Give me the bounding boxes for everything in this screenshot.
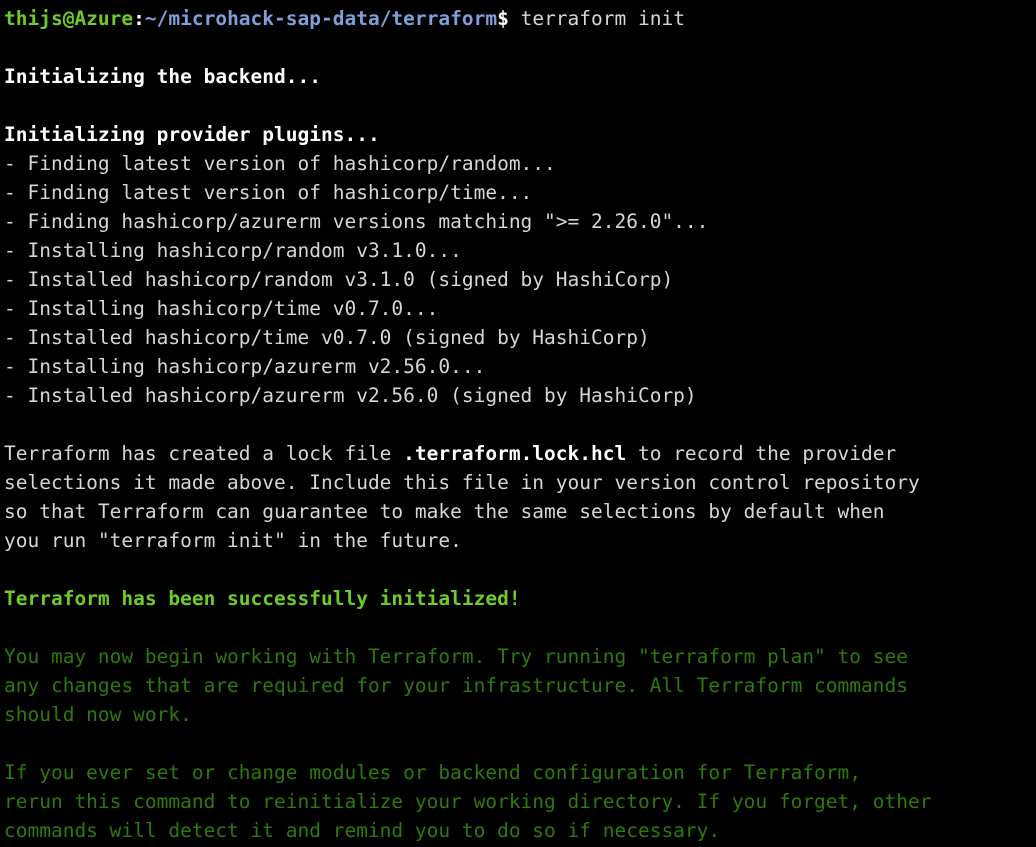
lockfile-paragraph-line-4: you run "terraform init" in the future.: [4, 529, 462, 552]
prompt-user-host: thijs@Azure: [4, 7, 134, 30]
reinit-note-line-3: commands will detect it and remind you t…: [4, 819, 721, 842]
output-line-installing-azurerm: - Installing hashicorp/azurerm v2.56.0..…: [4, 355, 486, 378]
lockfile-paragraph-line-2: selections it made above. Include this f…: [4, 471, 920, 494]
output-line-find-azurerm: - Finding hashicorp/azurerm versions mat…: [4, 210, 709, 233]
reinit-note-line-1: If you ever set or change modules or bac…: [4, 761, 862, 784]
output-line-installed-time: - Installed hashicorp/time v0.7.0 (signe…: [4, 326, 650, 349]
lockfile-filename: .terraform.lock.hcl: [403, 442, 627, 465]
output-line-installed-azurerm: - Installed hashicorp/azurerm v2.56.0 (s…: [4, 384, 697, 407]
prompt-command: terraform init: [508, 7, 685, 30]
prompt-separator: :: [133, 7, 145, 30]
success-message: Terraform has been successfully initiali…: [4, 587, 521, 610]
terminal-window[interactable]: thijs@Azure:~/microhack-sap-data/terrafo…: [0, 0, 1036, 847]
next-steps-line-3: should now work.: [4, 703, 192, 726]
output-line-initializing-backend: Initializing the backend...: [4, 65, 321, 88]
prompt-dollar-icon: $: [497, 7, 509, 30]
lockfile-text-pre: Terraform has created a lock file: [4, 442, 404, 465]
output-line-find-random: - Finding latest version of hashicorp/ra…: [4, 152, 556, 175]
prompt-line: thijs@Azure:~/microhack-sap-data/terrafo…: [4, 4, 1036, 33]
next-steps-line-2: any changes that are required for your i…: [4, 674, 908, 697]
lockfile-paragraph-line-3: so that Terraform can guarantee to make …: [4, 500, 885, 523]
lockfile-paragraph-line-1: Terraform has created a lock file .terra…: [4, 439, 1036, 468]
lockfile-text-post: to record the provider: [626, 442, 897, 465]
next-steps-line-1: You may now begin working with Terraform…: [4, 645, 908, 668]
prompt-path: ~/microhack-sap-data/terraform: [144, 7, 498, 30]
output-line-initializing-providers: Initializing provider plugins...: [4, 123, 380, 146]
reinit-note-line-2: rerun this command to reinitialize your …: [4, 790, 932, 813]
output-line-installed-random: - Installed hashicorp/random v3.1.0 (sig…: [4, 268, 674, 291]
output-line-installing-time: - Installing hashicorp/time v0.7.0...: [4, 297, 439, 320]
terminal-output: thijs@Azure:~/microhack-sap-data/terrafo…: [4, 4, 1036, 845]
output-line-find-time: - Finding latest version of hashicorp/ti…: [4, 181, 533, 204]
output-line-installing-random: - Installing hashicorp/random v3.1.0...: [4, 239, 462, 262]
